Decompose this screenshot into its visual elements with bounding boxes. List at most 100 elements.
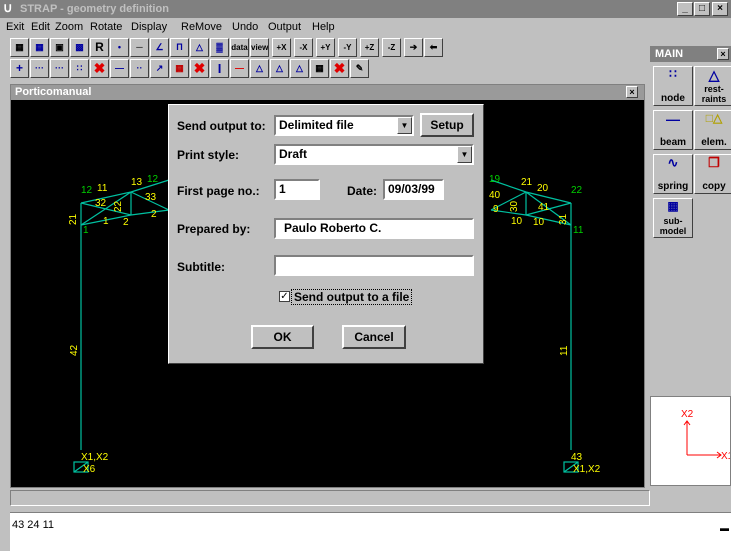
subtitle-input[interactable] (274, 255, 474, 276)
section-icon[interactable]: ▓ (210, 38, 229, 57)
grid-icon[interactable]: ▦ (30, 38, 49, 57)
eraser-icon[interactable]: ✎ (350, 59, 369, 78)
send-output-value: Delimited file (279, 118, 354, 132)
date-input[interactable]: 09/03/99 (383, 179, 444, 200)
subtitle-label: Subtitle: (177, 260, 225, 274)
beam-label-icon[interactable]: Π (170, 38, 189, 57)
strap-app-icon[interactable]: ∪ (3, 1, 17, 15)
view-plus-z-button[interactable]: +Z (360, 38, 379, 57)
node-number-icon[interactable]: • (110, 38, 129, 57)
menu-remove[interactable]: ReMove (181, 20, 222, 34)
support-icon[interactable]: △ (250, 59, 269, 78)
restore-button[interactable]: □ (694, 2, 710, 16)
print-style-label: Print style: (177, 148, 240, 162)
prepared-by-input[interactable]: Paulo Roberto C. (274, 218, 474, 239)
chevron-down-icon[interactable]: ▼ (397, 117, 412, 134)
window-icon[interactable]: ▣ (50, 38, 69, 57)
label: 11 (573, 225, 584, 236)
menu-exit[interactable]: Exit (6, 20, 24, 34)
label: 13 (131, 177, 143, 188)
angle-icon[interactable]: ∠ (150, 38, 169, 57)
view-minus-x-button[interactable]: -X (294, 38, 313, 57)
table-icon[interactable]: ▦ (310, 59, 329, 78)
beam-button[interactable]: — beam (653, 110, 693, 150)
beam-line-icon[interactable]: — (230, 59, 249, 78)
cancel-button[interactable]: Cancel (342, 325, 406, 349)
send-to-file-label[interactable]: Send output to a file (291, 289, 413, 305)
column-icon[interactable]: I (210, 59, 229, 78)
first-page-label: First page no.: (177, 184, 260, 198)
minimize-button[interactable]: _ (677, 2, 693, 16)
scroll-icon[interactable]: ▬ (720, 523, 729, 533)
label: 10 (533, 217, 545, 228)
chevron-down-icon[interactable]: ▼ (457, 146, 472, 163)
setup-button[interactable]: Setup (420, 113, 474, 137)
view-plus-y-button[interactable]: +Y (316, 38, 335, 57)
label: 22 (113, 200, 124, 212)
triangle-icon[interactable]: △ (270, 59, 289, 78)
ok-button[interactable]: OK (251, 325, 314, 349)
element-button[interactable]: □△ elem. (694, 110, 731, 150)
delete-node-icon[interactable]: ✖ (90, 59, 109, 78)
plus-icon[interactable]: + (10, 59, 29, 78)
arrow-left-icon[interactable]: ⬅ (424, 38, 443, 57)
label: 21 (521, 177, 533, 188)
view-minus-z-button[interactable]: -Z (382, 38, 401, 57)
model-window-close-button[interactable]: × (626, 86, 638, 98)
dots-line-icon[interactable]: ··· (50, 59, 69, 78)
print-style-select[interactable]: Draft ▼ (274, 144, 474, 165)
command-text: 43 24 11 (12, 519, 55, 531)
menu-help[interactable]: Help (312, 20, 335, 34)
label: 2 (123, 217, 129, 228)
view-plus-x-button[interactable]: +X (272, 38, 291, 57)
refresh-button[interactable]: R (90, 38, 109, 57)
send-output-label: Send output to: (177, 119, 266, 133)
label: 12 (81, 185, 93, 196)
menu-edit[interactable]: Edit (31, 20, 50, 34)
node-button[interactable]: ∷ node (653, 66, 693, 106)
dashed-line-icon[interactable]: ·· (130, 59, 149, 78)
title-bar: ∪ STRAP - geometry definition _ □ × (0, 0, 731, 18)
select-all-icon[interactable]: ▦ (10, 38, 29, 57)
restraints-button[interactable]: △ rest-raints (694, 66, 731, 106)
node-label-icon[interactable]: ─ (130, 38, 149, 57)
label: X1,X2 (81, 452, 109, 463)
dot-grid-icon[interactable]: ∷ (70, 59, 89, 78)
label: 22 (571, 185, 583, 196)
menu-display[interactable]: Display (131, 20, 167, 34)
frame-icon[interactable]: ▩ (70, 38, 89, 57)
label: 43 (571, 452, 583, 463)
first-page-input[interactable]: 1 (274, 179, 320, 200)
menu-rotate[interactable]: Rotate (90, 20, 122, 34)
spring-button[interactable]: ∿ spring (653, 154, 693, 194)
load-icon[interactable]: △ (190, 38, 209, 57)
submodel-button[interactable]: ▦ sub-model (653, 198, 693, 238)
delete-beam-icon[interactable]: ✖ (190, 59, 209, 78)
label: 31 (558, 213, 569, 225)
menu-output[interactable]: Output (268, 20, 301, 34)
mesh-icon[interactable]: ▦ (170, 59, 189, 78)
submodel-icon: ▦ (667, 199, 679, 213)
close-button[interactable]: × (712, 2, 728, 16)
axis-y-label: X2 (681, 409, 694, 420)
window-title: STRAP - geometry definition (20, 3, 169, 15)
menu-zoom[interactable]: Zoom (55, 20, 83, 34)
label: 9 (493, 204, 499, 215)
view-minus-y-button[interactable]: -Y (338, 38, 357, 57)
view-button[interactable]: view (250, 38, 269, 57)
diagonal-icon[interactable]: ↗ (150, 59, 169, 78)
palette-close-icon[interactable]: × (717, 48, 729, 60)
copy-button[interactable]: ❐ copy (694, 154, 731, 194)
menu-undo[interactable]: Undo (232, 20, 258, 34)
data-button[interactable]: data (230, 38, 249, 57)
dots-icon[interactable]: ··· (30, 59, 49, 78)
triangle-alt-icon[interactable]: △ (290, 59, 309, 78)
send-output-select[interactable]: Delimited file ▼ (274, 115, 414, 136)
line-icon[interactable]: — (110, 59, 129, 78)
arrow-right-icon[interactable]: ➔ (404, 38, 423, 57)
label: 19 (489, 174, 501, 185)
send-to-file-checkbox[interactable]: ✓ (279, 291, 290, 302)
palette-title: MAIN × (650, 46, 731, 62)
command-line[interactable]: 43 24 11 ▬ (10, 512, 731, 551)
delete-element-icon[interactable]: ✖ (330, 59, 349, 78)
